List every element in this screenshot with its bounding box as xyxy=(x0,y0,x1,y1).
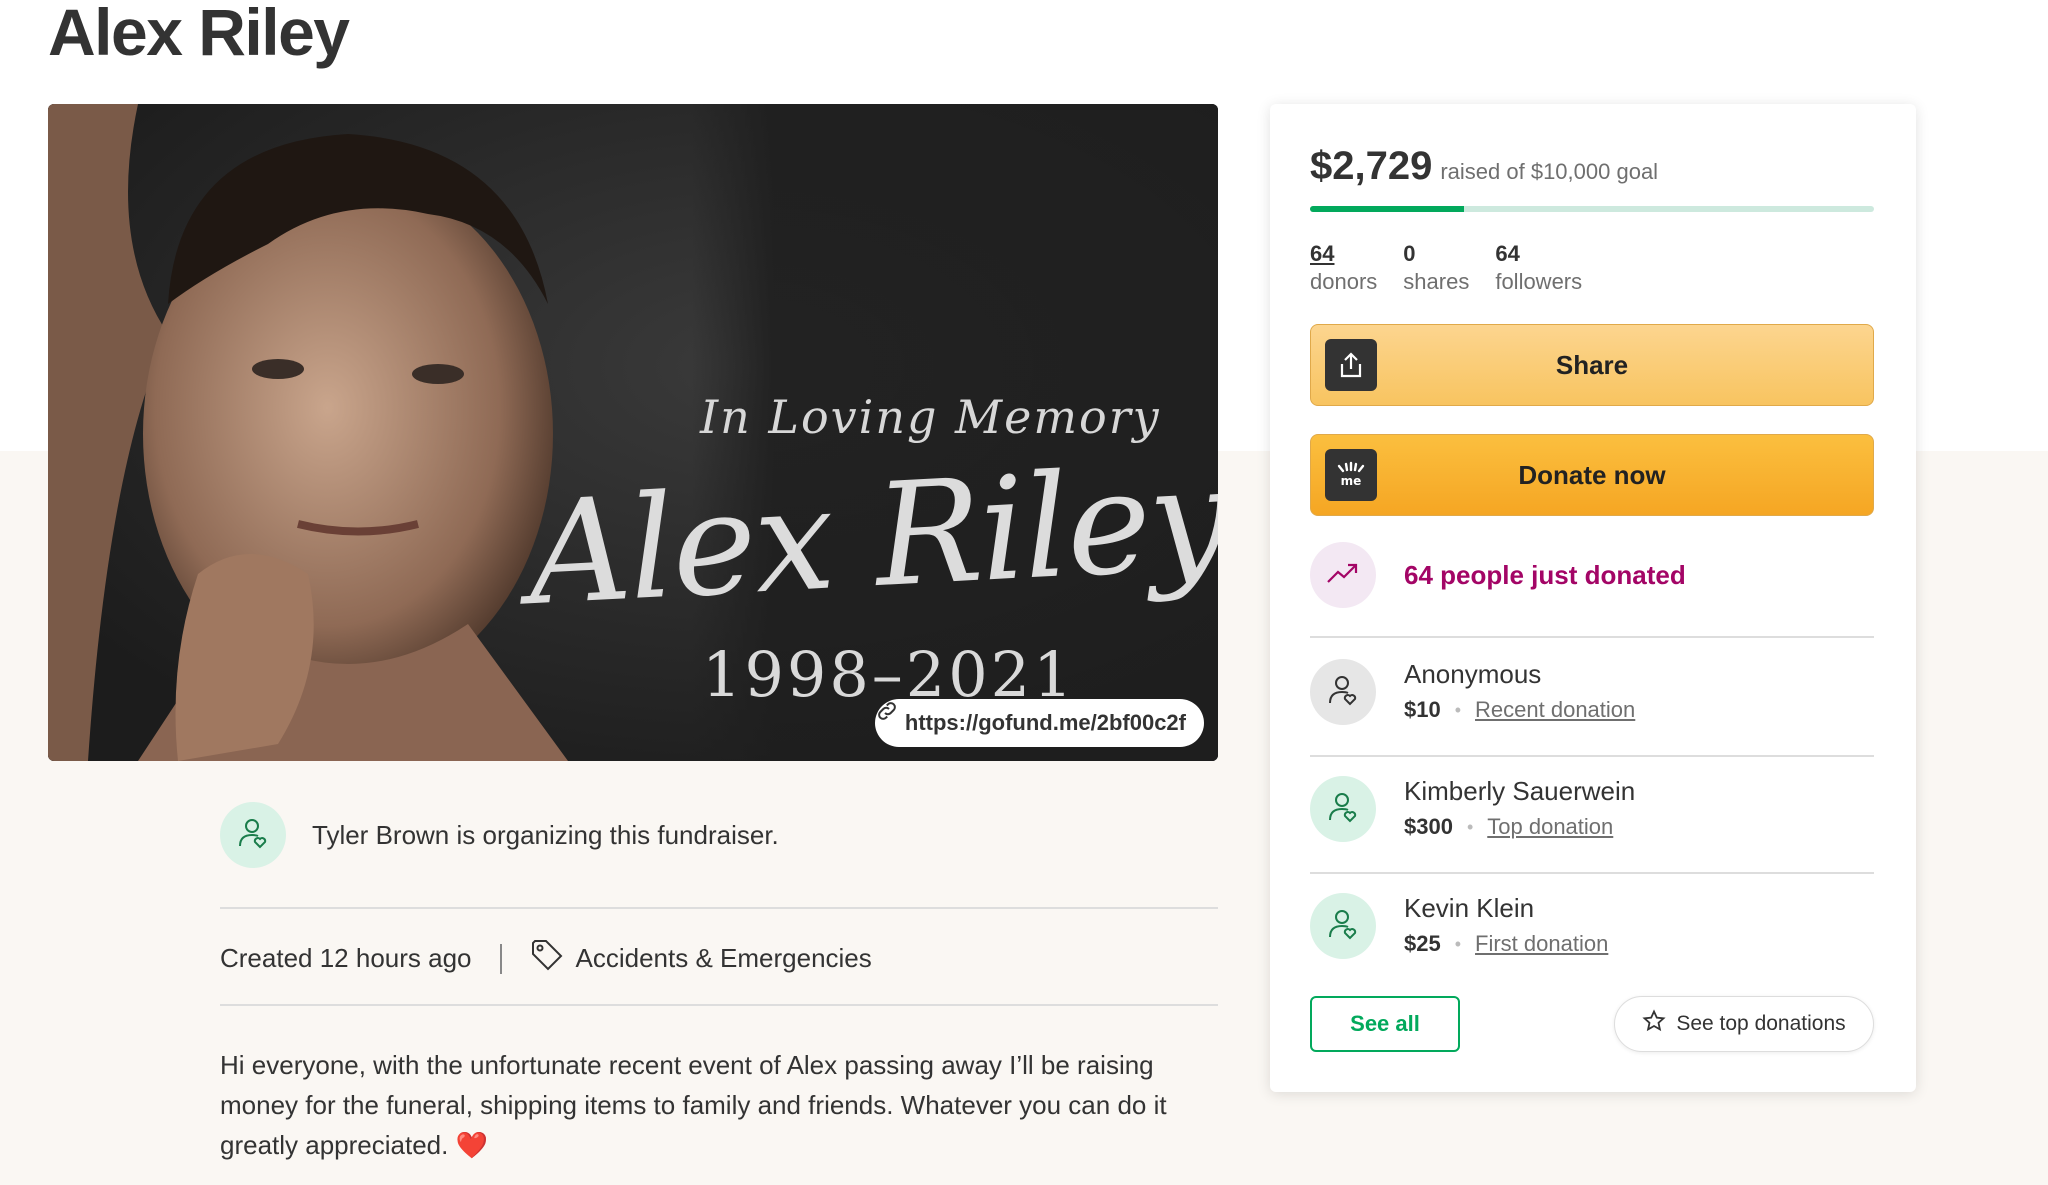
progress-bar xyxy=(1310,206,1874,212)
see-top-donations-button[interactable]: See top donations xyxy=(1614,996,1874,1052)
donation-amount: $25 xyxy=(1404,931,1441,956)
raised-summary: $2,729 raised of $10,000 goal xyxy=(1310,144,1658,189)
shares-count: 0 xyxy=(1403,241,1416,266)
donation-type-link[interactable]: Top donation xyxy=(1487,809,1613,845)
gofundme-logo-icon: me xyxy=(1325,449,1377,501)
followers-label: followers xyxy=(1495,269,1583,294)
donors-stat[interactable]: 64 donors xyxy=(1310,240,1377,296)
star-icon xyxy=(1642,1009,1666,1039)
stats-row: 64 donors 0 shares 64 followers xyxy=(1310,240,1582,296)
category-link[interactable]: Accidents & Emergencies xyxy=(530,938,872,979)
donation-item: Kimberly Sauerwein $300 • Top donation xyxy=(1310,773,1635,845)
donate-label: Donate now xyxy=(1518,459,1666,490)
created-text: Created 12 hours ago xyxy=(220,943,472,973)
donor-name: Kevin Klein xyxy=(1404,893,1535,923)
organizer-text: Tyler Brown is organizing this fundraise… xyxy=(312,819,779,850)
divider xyxy=(220,907,1218,909)
donor-avatar xyxy=(1310,776,1376,842)
divider xyxy=(1310,755,1874,757)
donation-item: Anonymous $10 • Recent donation xyxy=(1310,656,1635,728)
user-heart-icon xyxy=(236,816,270,855)
user-heart-icon xyxy=(1326,673,1360,712)
organizer-avatar[interactable] xyxy=(220,802,286,868)
followers-count: 64 xyxy=(1495,241,1520,266)
separator-dot: • xyxy=(1454,700,1462,720)
page-title: Alex Riley xyxy=(48,0,350,69)
hero-image[interactable]: In Loving Memory Alex Riley 1998–2021 ht… xyxy=(48,104,1218,761)
separator-dot: • xyxy=(1466,817,1474,837)
shares-stat: 0 shares xyxy=(1403,240,1469,296)
donor-name: Kimberly Sauerwein xyxy=(1404,776,1636,806)
organizer-row: Tyler Brown is organizing this fundraise… xyxy=(220,802,779,868)
share-label: Share xyxy=(1555,349,1629,380)
donor-avatar xyxy=(1310,659,1376,725)
fundraiser-meta: Created 12 hours ago Accidents & Emergen… xyxy=(220,938,872,979)
meta-separator xyxy=(499,943,502,974)
donation-item: Kevin Klein $25 • First donation xyxy=(1310,890,1608,962)
donation-amount: $10 xyxy=(1404,697,1441,722)
short-link-text: https://gofund.me/2bf00c2f xyxy=(904,710,1186,735)
donor-avatar xyxy=(1310,893,1376,959)
short-link-button[interactable]: https://gofund.me/2bf00c2f xyxy=(874,699,1204,747)
see-top-donations-label: See top donations xyxy=(1676,1012,1846,1035)
divider xyxy=(1310,872,1874,874)
divider xyxy=(1310,636,1874,638)
progress-fill xyxy=(1310,206,1464,212)
svg-text:me: me xyxy=(1341,474,1362,488)
goal-text: raised of $10,000 goal xyxy=(1440,159,1659,184)
donation-amount: $300 xyxy=(1404,814,1453,839)
memory-heading: In Loving Memory xyxy=(700,390,1161,444)
separator-dot: • xyxy=(1454,934,1462,954)
tag-icon xyxy=(530,938,564,979)
donation-type-link[interactable]: First donation xyxy=(1475,926,1608,962)
followers-stat: 64 followers xyxy=(1495,240,1582,296)
see-all-button[interactable]: See all xyxy=(1310,996,1460,1052)
donation-sidebar: $2,729 raised of $10,000 goal 64 donors … xyxy=(1270,104,1916,1092)
recent-donations-trend: 64 people just donated xyxy=(1310,542,1686,608)
user-heart-icon xyxy=(1326,907,1360,946)
trend-text: 64 people just donated xyxy=(1404,559,1686,590)
story-text: Hi everyone, with the unfortunate recent… xyxy=(220,1050,1167,1160)
raised-amount: $2,729 xyxy=(1310,144,1433,188)
category-text: Accidents & Emergencies xyxy=(575,943,872,973)
donation-type-link[interactable]: Recent donation xyxy=(1475,692,1635,728)
share-button[interactable]: Share xyxy=(1310,324,1874,406)
donors-count: 64 xyxy=(1310,241,1335,266)
divider xyxy=(220,1004,1218,1006)
donors-label: donors xyxy=(1310,269,1378,294)
trend-icon-circle xyxy=(1310,542,1376,608)
trending-up-icon xyxy=(1326,561,1360,590)
donate-button[interactable]: me Donate now xyxy=(1310,434,1874,516)
upload-share-icon xyxy=(1325,339,1377,391)
user-heart-icon xyxy=(1326,790,1360,829)
shares-label: shares xyxy=(1403,269,1470,294)
donor-name: Anonymous xyxy=(1404,659,1542,689)
